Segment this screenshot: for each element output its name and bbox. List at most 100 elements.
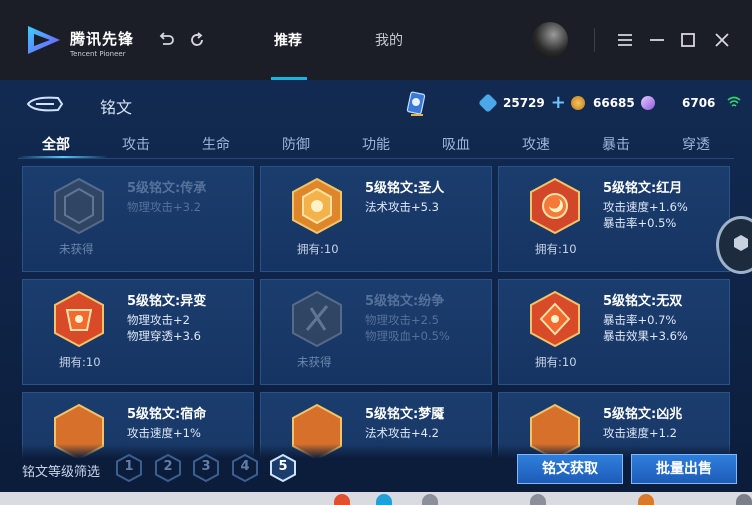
brand-name: 腾讯先锋 [70, 30, 135, 48]
tab-divider [18, 158, 734, 159]
level-filter-2[interactable]: 2 [155, 453, 181, 483]
divider [594, 28, 595, 52]
inscription-card[interactable]: 5级铭文:红月 攻击速度+1.6% 暴击率+0.5% 拥有:10 [498, 166, 730, 272]
inscription-card[interactable]: 5级铭文:传承 物理攻击+3.2 未获得 [22, 166, 254, 272]
minimize-icon[interactable] [647, 30, 667, 50]
tab-all[interactable]: 全部 [42, 134, 70, 154]
card-attr: 攻击速度+1.6% [603, 200, 688, 214]
card-owned: 拥有:10 [535, 355, 577, 369]
card-attr: 物理吸血+0.5% [365, 329, 450, 343]
taskbar-app-icon[interactable] [334, 494, 350, 505]
card-attr: 物理攻击+3.2 [127, 200, 201, 214]
card-attr: 暴击率+0.7% [603, 313, 677, 327]
gold-balance: 66685 [571, 93, 635, 113]
inscription-gem-icon [54, 177, 104, 235]
level-filter-1[interactable]: 1 [116, 453, 142, 483]
inscription-gem-icon [292, 290, 342, 348]
taskbar-app-icon[interactable] [376, 494, 392, 505]
diamond-value: 25729 [503, 96, 545, 110]
taskbar-app-icon[interactable] [422, 494, 438, 505]
level-number: 1 [124, 459, 134, 474]
card-attr: 物理攻击+2 [127, 313, 190, 327]
level-number: 4 [240, 459, 250, 474]
back-arrow-icon[interactable] [24, 92, 64, 116]
tab-function[interactable]: 功能 [362, 134, 390, 154]
card-attr: 攻击速度+1.2 [603, 426, 677, 440]
page-title: 铭文 [100, 98, 133, 117]
close-icon[interactable] [712, 30, 732, 50]
bottom-bar: 铭文等级筛选 1 2 3 4 5 铭文获取 批量出售 [0, 444, 752, 492]
inscription-book-icon[interactable] [405, 90, 427, 118]
inscription-gem-icon [530, 177, 580, 235]
taskbar-app-icon[interactable] [530, 494, 546, 505]
inscription-card[interactable]: 5级铭文:异变 物理攻击+2 物理穿透+3.6 拥有:10 [22, 279, 254, 385]
obtain-inscription-button[interactable]: 铭文获取 [517, 454, 623, 484]
tab-attack-speed[interactable]: 攻速 [522, 134, 550, 154]
level-number: 2 [163, 459, 173, 474]
active-category-indicator [18, 156, 108, 158]
inscription-grid: 5级铭文:传承 物理攻击+3.2 未获得 5级铭文:圣人 法术攻击+5.3 拥有… [22, 166, 737, 466]
card-owned: 未获得 [297, 355, 332, 369]
avatar[interactable] [532, 22, 568, 58]
level-number: 3 [201, 459, 211, 474]
title-bar: 腾讯先锋 Tencent Pioneer 推荐 我的 [0, 0, 752, 80]
inscription-gem-icon [530, 290, 580, 348]
tab-penetration[interactable]: 穿透 [682, 134, 710, 154]
signal-icon [727, 96, 741, 107]
card-name: 5级铭文:圣人 [365, 181, 445, 196]
back-icon[interactable] [156, 30, 176, 50]
card-attr: 暴击率+0.5% [603, 216, 677, 230]
refresh-icon[interactable] [187, 30, 207, 50]
card-name: 5级铭文:异变 [127, 294, 207, 309]
crystal-icon [641, 96, 655, 110]
tab-attack[interactable]: 攻击 [122, 134, 150, 154]
add-diamond-icon[interactable]: + [551, 94, 566, 112]
card-attr: 法术攻击+4.2 [365, 426, 439, 440]
inscription-panel: 铭文 25729 + 66685 6706 全部 攻击 生命 防御 功能 吸血 … [0, 80, 752, 492]
taskbar-app-icon[interactable] [736, 494, 752, 505]
inscription-gem-icon [292, 177, 342, 235]
level-filter-5[interactable]: 5 [270, 453, 296, 483]
inscription-card[interactable]: 5级铭文:无双 暴击率+0.7% 暴击效果+3.6% 拥有:10 [498, 279, 730, 385]
gold-value: 66685 [593, 96, 635, 110]
card-attr: 法术攻击+5.3 [365, 200, 439, 214]
taskbar-app-icon[interactable] [638, 494, 654, 505]
diamond-balance: 25729 + [478, 93, 566, 113]
card-owned: 拥有:10 [59, 355, 101, 369]
brand-subtitle: Tencent Pioneer [70, 50, 126, 58]
gold-coin-icon [571, 96, 585, 110]
card-owned: 拥有:10 [297, 242, 339, 256]
card-attr: 攻击速度+1% [127, 426, 201, 440]
level-filter-4[interactable]: 4 [232, 453, 258, 483]
card-owned: 拥有:10 [535, 242, 577, 256]
card-name: 5级铭文:红月 [603, 181, 683, 196]
level-filter-3[interactable]: 3 [193, 453, 219, 483]
tab-defense[interactable]: 防御 [282, 134, 310, 154]
tab-critical[interactable]: 暴击 [602, 134, 630, 154]
batch-sell-button[interactable]: 批量出售 [631, 454, 737, 484]
inscription-gem-icon [54, 290, 104, 348]
inscription-card[interactable]: 5级铭文:圣人 法术攻击+5.3 拥有:10 [260, 166, 492, 272]
menu-icon[interactable] [615, 30, 635, 50]
card-name: 5级铭文:纷争 [365, 294, 445, 309]
brand: 腾讯先锋 Tencent Pioneer [70, 28, 134, 58]
card-name: 5级铭文:无双 [603, 294, 683, 309]
hexagon-icon [734, 235, 748, 251]
level-number: 5 [278, 459, 288, 474]
level-filter-label: 铭文等级筛选 [22, 465, 101, 480]
tab-mine[interactable]: 我的 [375, 30, 403, 50]
taskbar-strip [0, 492, 752, 505]
card-name: 5级铭文:凶兆 [603, 407, 683, 422]
app-logo-icon [28, 26, 60, 54]
maximize-icon[interactable] [678, 30, 698, 50]
tab-recommend[interactable]: 推荐 [274, 30, 302, 50]
card-attr: 物理穿透+3.6 [127, 329, 201, 343]
inscription-card[interactable]: 5级铭文:纷争 物理攻击+2.5 物理吸血+0.5% 未获得 [260, 279, 492, 385]
tab-health[interactable]: 生命 [202, 134, 230, 154]
tab-lifesteal[interactable]: 吸血 [442, 134, 470, 154]
card-name: 5级铭文:宿命 [127, 407, 207, 422]
card-owned: 未获得 [59, 242, 94, 256]
card-name: 5级铭文:梦魇 [365, 407, 445, 422]
diamond-icon [478, 93, 498, 113]
card-attr: 物理攻击+2.5 [365, 313, 439, 327]
